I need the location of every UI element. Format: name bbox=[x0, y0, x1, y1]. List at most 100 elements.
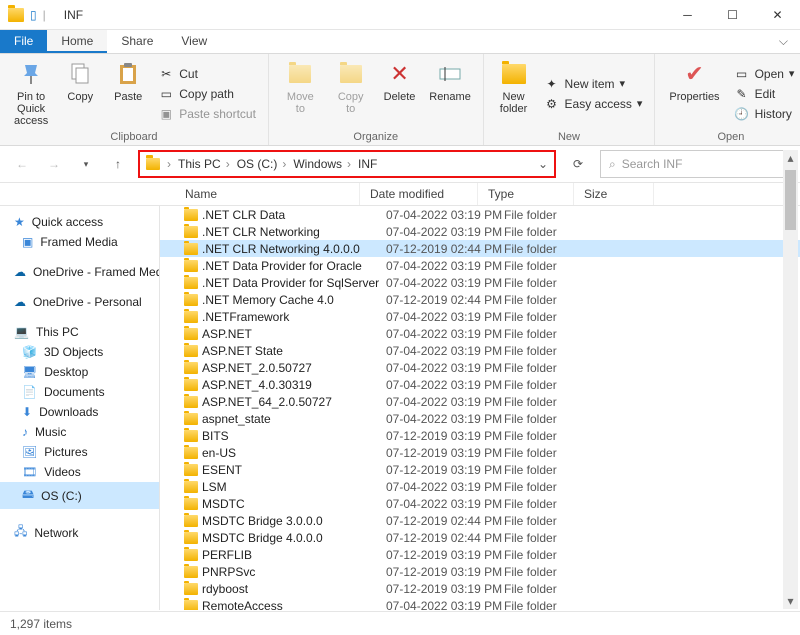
crumb-1[interactable]: OS (C:)› bbox=[237, 157, 290, 171]
table-row[interactable]: .NET CLR Networking 4.0.0.007-12-2019 02… bbox=[160, 240, 800, 257]
file-date: 07-12-2019 03:19 PM bbox=[386, 463, 504, 477]
file-list[interactable]: .NET CLR Data07-04-2022 03:19 PMFile fol… bbox=[160, 206, 800, 610]
col-size[interactable]: Size bbox=[574, 183, 654, 205]
table-row[interactable]: ASP.NET_64_2.0.5072707-04-2022 03:19 PMF… bbox=[160, 393, 800, 410]
tab-view[interactable]: View bbox=[167, 30, 221, 53]
up-button[interactable]: ↑ bbox=[106, 152, 130, 176]
sidebar-onedrive-2[interactable]: ☁OneDrive - Personal bbox=[0, 292, 159, 312]
table-row[interactable]: .NET Memory Cache 4.007-12-2019 02:44 PM… bbox=[160, 291, 800, 308]
sidebar-item-3d-objects[interactable]: 🧊3D Objects bbox=[0, 342, 159, 362]
file-date: 07-04-2022 03:19 PM bbox=[386, 276, 504, 290]
table-row[interactable]: MSDTC07-04-2022 03:19 PMFile folder bbox=[160, 495, 800, 512]
recent-dropdown[interactable]: ▾ bbox=[74, 152, 98, 176]
table-row[interactable]: ASP.NET07-04-2022 03:19 PMFile folder bbox=[160, 325, 800, 342]
table-row[interactable]: BITS07-12-2019 03:19 PMFile folder bbox=[160, 427, 800, 444]
table-row[interactable]: .NET CLR Networking07-04-2022 03:19 PMFi… bbox=[160, 223, 800, 240]
file-type: File folder bbox=[504, 276, 600, 290]
copy-button[interactable]: Copy bbox=[58, 58, 102, 129]
sidebar-item-documents[interactable]: 📄Documents bbox=[0, 382, 159, 402]
table-row[interactable]: RemoteAccess07-04-2022 03:19 PMFile fold… bbox=[160, 597, 800, 610]
search-input[interactable]: ⌕ Search INF bbox=[600, 150, 790, 178]
col-name[interactable]: Name bbox=[0, 183, 360, 205]
sidebar-quick-access[interactable]: ★Quick access bbox=[0, 212, 159, 232]
paste-button[interactable]: Paste bbox=[106, 58, 150, 129]
sidebar-item-pictures[interactable]: 🖼Pictures bbox=[0, 442, 159, 462]
properties-button[interactable]: ✔Properties bbox=[663, 58, 725, 129]
copy-path-button[interactable]: ▭Copy path bbox=[154, 85, 260, 103]
sidebar-onedrive-1[interactable]: ☁OneDrive - Framed Media bbox=[0, 262, 159, 282]
table-row[interactable]: ASP.NET_2.0.5072707-04-2022 03:19 PMFile… bbox=[160, 359, 800, 376]
maximize-button[interactable]: ☐ bbox=[710, 0, 755, 30]
table-row[interactable]: en-US07-12-2019 03:19 PMFile folder bbox=[160, 444, 800, 461]
table-row[interactable]: .NET CLR Data07-04-2022 03:19 PMFile fol… bbox=[160, 206, 800, 223]
file-date: 07-04-2022 03:19 PM bbox=[386, 361, 504, 375]
rename-button[interactable]: Rename bbox=[426, 58, 475, 129]
properties-icon: ✔ bbox=[680, 60, 708, 88]
sidebar-item-downloads[interactable]: ⬇Downloads bbox=[0, 402, 159, 422]
copy-to-button[interactable]: Copy to bbox=[328, 58, 374, 129]
table-row[interactable]: PERFLIB07-12-2019 03:19 PMFile folder bbox=[160, 546, 800, 563]
easy-access-button[interactable]: ⚙Easy access ▾ bbox=[540, 95, 647, 113]
move-to-button[interactable]: Move to bbox=[277, 58, 324, 129]
close-button[interactable]: ✕ bbox=[755, 0, 800, 30]
sidebar-item-music[interactable]: ♪Music bbox=[0, 422, 159, 442]
open-icon: ▭ bbox=[734, 66, 750, 82]
tab-home[interactable]: Home bbox=[47, 30, 107, 53]
new-folder-button[interactable]: New folder bbox=[492, 58, 536, 129]
folder-icon bbox=[8, 8, 24, 22]
table-row[interactable]: .NET Data Provider for Oracle07-04-2022 … bbox=[160, 257, 800, 274]
sidebar-item-os-c-[interactable]: 🖴OS (C:) bbox=[0, 482, 159, 509]
address-bar[interactable]: › This PC› OS (C:)› Windows› INF ⌄ bbox=[138, 150, 556, 178]
delete-button[interactable]: ✕Delete bbox=[378, 58, 422, 129]
file-name: MSDTC Bridge 4.0.0.0 bbox=[202, 531, 386, 545]
pin-button[interactable]: Pin to Quick access bbox=[8, 58, 54, 129]
scroll-down-icon[interactable]: ▾ bbox=[783, 593, 798, 609]
collapse-ribbon-icon[interactable]: ⌵ bbox=[767, 30, 800, 53]
tab-share[interactable]: Share bbox=[107, 30, 167, 53]
sidebar-item-desktop[interactable]: 🖥Desktop bbox=[0, 362, 159, 382]
refresh-button[interactable]: ⟳ bbox=[564, 150, 592, 178]
address-dropdown-icon[interactable]: ⌄ bbox=[538, 157, 548, 171]
minimize-button[interactable]: ─ bbox=[665, 0, 710, 30]
cut-button[interactable]: ✂Cut bbox=[154, 65, 260, 83]
table-row[interactable]: PNRPSvc07-12-2019 03:19 PMFile folder bbox=[160, 563, 800, 580]
table-row[interactable]: .NETFramework07-04-2022 03:19 PMFile fol… bbox=[160, 308, 800, 325]
table-row[interactable]: aspnet_state07-04-2022 03:19 PMFile fold… bbox=[160, 410, 800, 427]
crumb-0[interactable]: This PC› bbox=[178, 157, 233, 171]
table-row[interactable]: MSDTC Bridge 4.0.0.007-12-2019 02:44 PMF… bbox=[160, 529, 800, 546]
table-row[interactable]: ASP.NET State07-04-2022 03:19 PMFile fol… bbox=[160, 342, 800, 359]
file-type: File folder bbox=[504, 259, 600, 273]
table-row[interactable]: rdyboost07-12-2019 03:19 PMFile folder bbox=[160, 580, 800, 597]
table-row[interactable]: ESENT07-12-2019 03:19 PMFile folder bbox=[160, 461, 800, 478]
file-date: 07-04-2022 03:19 PM bbox=[386, 208, 504, 222]
back-button[interactable]: ← bbox=[10, 152, 34, 176]
table-row[interactable]: LSM07-04-2022 03:19 PMFile folder bbox=[160, 478, 800, 495]
new-item-button[interactable]: ✦New item ▾ bbox=[540, 75, 647, 93]
sidebar-item-videos[interactable]: 🎞Videos bbox=[0, 462, 159, 482]
sidebar-network[interactable]: 🖧Network bbox=[0, 519, 159, 546]
table-row[interactable]: ASP.NET_4.0.3031907-04-2022 03:19 PMFile… bbox=[160, 376, 800, 393]
col-date[interactable]: Date modified bbox=[360, 183, 478, 205]
table-row[interactable]: MSDTC Bridge 3.0.0.007-12-2019 02:44 PMF… bbox=[160, 512, 800, 529]
paste-shortcut-button[interactable]: ▣Paste shortcut bbox=[154, 105, 260, 123]
open-button[interactable]: ▭Open ▾ bbox=[730, 65, 799, 83]
tab-file[interactable]: File bbox=[0, 30, 47, 53]
forward-button[interactable]: → bbox=[42, 152, 66, 176]
folder-icon bbox=[184, 379, 202, 391]
music-icon: ♪ bbox=[22, 425, 28, 439]
table-row[interactable]: .NET Data Provider for SqlServer07-04-20… bbox=[160, 274, 800, 291]
crumb-sep[interactable]: › bbox=[164, 157, 174, 171]
crumb-3[interactable]: INF bbox=[358, 157, 377, 171]
edit-button[interactable]: ✎Edit bbox=[730, 85, 799, 103]
sidebar-framed-media[interactable]: ▣Framed Media bbox=[0, 232, 159, 252]
col-type[interactable]: Type bbox=[478, 183, 574, 205]
scrollbar[interactable]: ▴ ▾ bbox=[783, 150, 798, 609]
qat-save-icon[interactable]: ▯ bbox=[30, 8, 37, 22]
folder-icon bbox=[184, 600, 202, 611]
media-icon: ▣ bbox=[22, 235, 33, 249]
scroll-up-icon[interactable]: ▴ bbox=[783, 150, 798, 166]
sidebar-this-pc[interactable]: 💻This PC bbox=[0, 322, 159, 342]
history-button[interactable]: 🕘History bbox=[730, 105, 799, 123]
scroll-thumb[interactable] bbox=[785, 170, 796, 230]
crumb-2[interactable]: Windows› bbox=[293, 157, 354, 171]
